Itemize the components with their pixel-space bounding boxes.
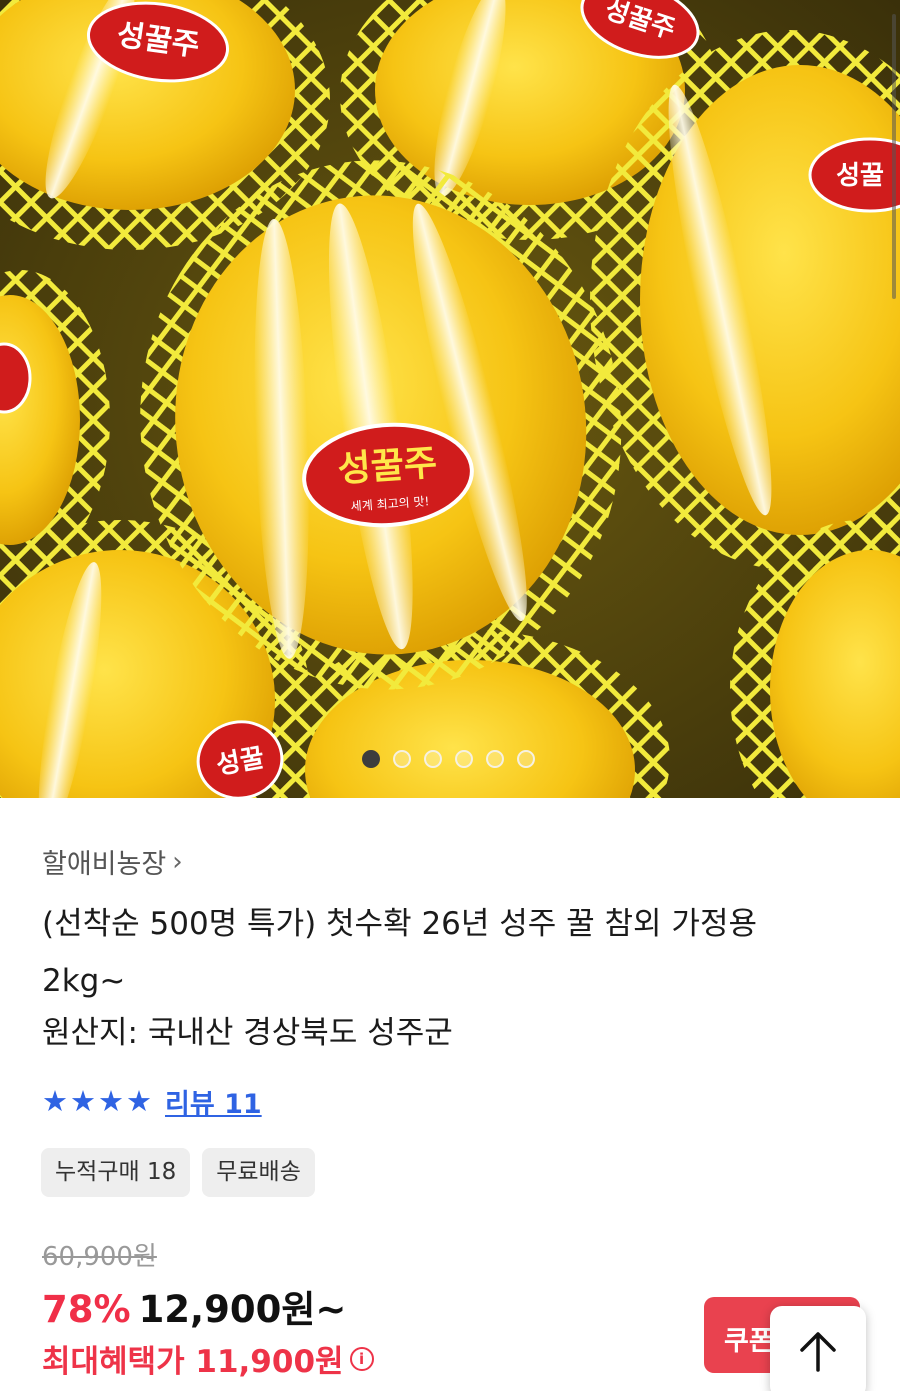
- coupon-button-label: 쿠폰: [724, 1326, 774, 1357]
- star-icon: ★: [42, 1084, 68, 1118]
- product-title-line-2: 2kg~: [42, 963, 126, 999]
- scrollbar[interactable]: [892, 14, 896, 299]
- scroll-to-top-button[interactable]: [770, 1306, 866, 1391]
- seller-name: 할애비농장: [42, 849, 167, 880]
- max-benefit-price: 최대혜택가 11,900원 i: [42, 1336, 374, 1381]
- arrow-up-icon: [800, 1332, 836, 1372]
- sale-price: 12,900원~: [138, 1288, 347, 1331]
- carousel-dot[interactable]: [424, 750, 442, 768]
- carousel-dot[interactable]: [393, 750, 411, 768]
- carousel-dot[interactable]: [362, 750, 380, 768]
- star-icon: ★: [98, 1084, 124, 1118]
- carousel-dot[interactable]: [455, 750, 473, 768]
- product-tags: 누적구매 18 무료배송: [41, 1148, 315, 1197]
- purchase-count-chip: 누적구매 18: [41, 1148, 191, 1197]
- star-icon: ★: [126, 1084, 152, 1118]
- rating-row[interactable]: ★ ★ ★ ★ 리뷰 11: [42, 1082, 262, 1121]
- free-shipping-chip: 무료배송: [202, 1148, 315, 1197]
- svg-text:성꿀: 성꿀: [836, 161, 884, 191]
- chevron-right-icon: ›: [172, 846, 183, 877]
- carousel-dot[interactable]: [486, 750, 504, 768]
- star-icon: ★: [70, 1084, 96, 1118]
- product-title-line-1: (선착순 500명 특가) 첫수확 26년 성주 꿀 참외 가정용: [42, 906, 757, 942]
- product-image-carousel[interactable]: 성꿀주 세계 최고의 맛! 성꿀주 성꿀주 성꿀 성꿀: [0, 0, 900, 798]
- product-title: (선착순 500명 특가) 첫수확 26년 성주 꿀 참외 가정용 2kg~: [42, 896, 862, 1010]
- max-benefit-label: 최대혜택가 11,900원: [42, 1344, 344, 1380]
- info-icon[interactable]: i: [349, 1346, 374, 1371]
- carousel-dot[interactable]: [517, 750, 535, 768]
- discount-rate: 78%: [42, 1288, 131, 1331]
- product-origin: 원산지: 국내산 경상북도 성주군: [42, 1015, 453, 1051]
- product-photo: 성꿀주 세계 최고의 맛! 성꿀주 성꿀주 성꿀 성꿀: [0, 0, 900, 798]
- carousel-indicator: [362, 750, 535, 768]
- seller-link[interactable]: 할애비농장 ›: [42, 842, 183, 881]
- original-price: 60,900원: [42, 1242, 157, 1272]
- rating-stars: ★ ★ ★ ★: [42, 1084, 153, 1118]
- review-count-link[interactable]: 리뷰 11: [165, 1082, 262, 1121]
- price-row: 78% 12,900원~: [42, 1279, 346, 1333]
- svg-text:성꿀주: 성꿀주: [336, 443, 438, 491]
